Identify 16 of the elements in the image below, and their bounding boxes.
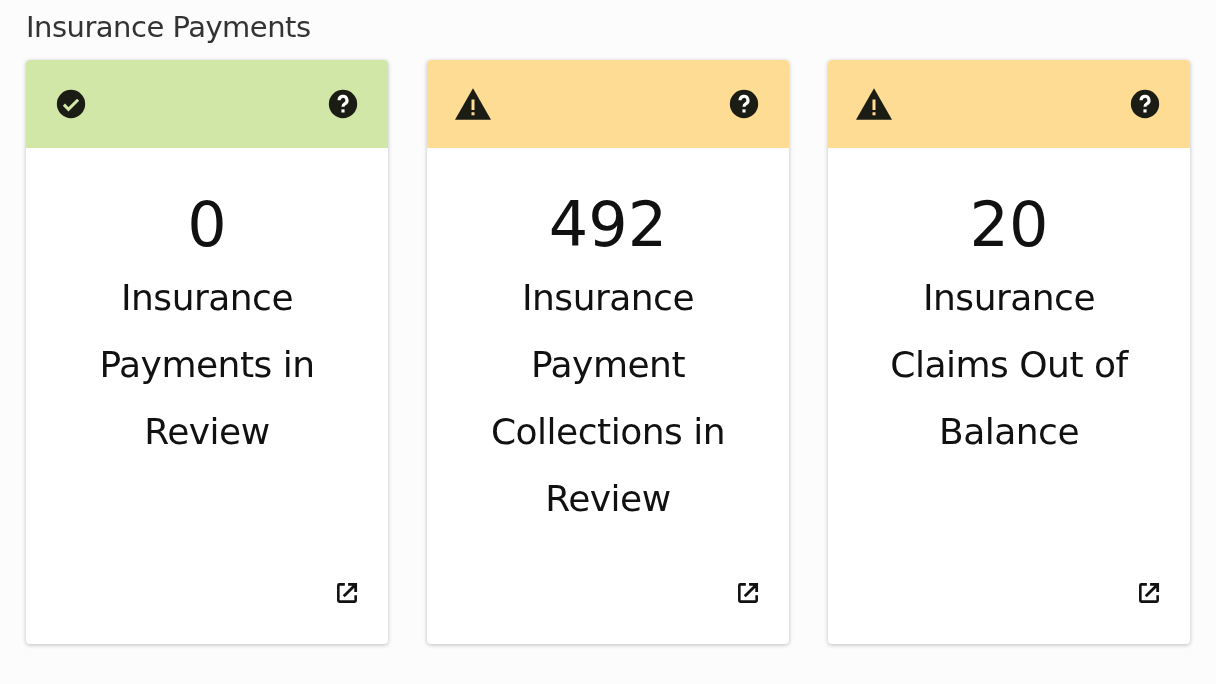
help-icon[interactable] <box>1128 87 1162 121</box>
external-link-icon[interactable] <box>735 580 761 606</box>
metric-label: Insurance Payment Collections in Review <box>489 276 727 522</box>
help-icon[interactable] <box>727 87 761 121</box>
external-link-icon[interactable] <box>334 580 360 606</box>
help-icon[interactable] <box>326 87 360 121</box>
metric-value: 492 <box>548 188 668 263</box>
warning-icon <box>856 88 892 120</box>
external-link-icon[interactable] <box>1136 580 1162 606</box>
metric-label: Insurance Claims Out of Balance <box>889 276 1130 455</box>
metric-value: 20 <box>969 188 1049 263</box>
metric-value: 0 <box>187 188 227 263</box>
metric-label: Insurance Payments in Review <box>98 276 316 455</box>
section-title: Insurance Payments <box>26 10 312 44</box>
warning-icon <box>455 88 491 120</box>
check-circle-icon <box>54 87 88 121</box>
